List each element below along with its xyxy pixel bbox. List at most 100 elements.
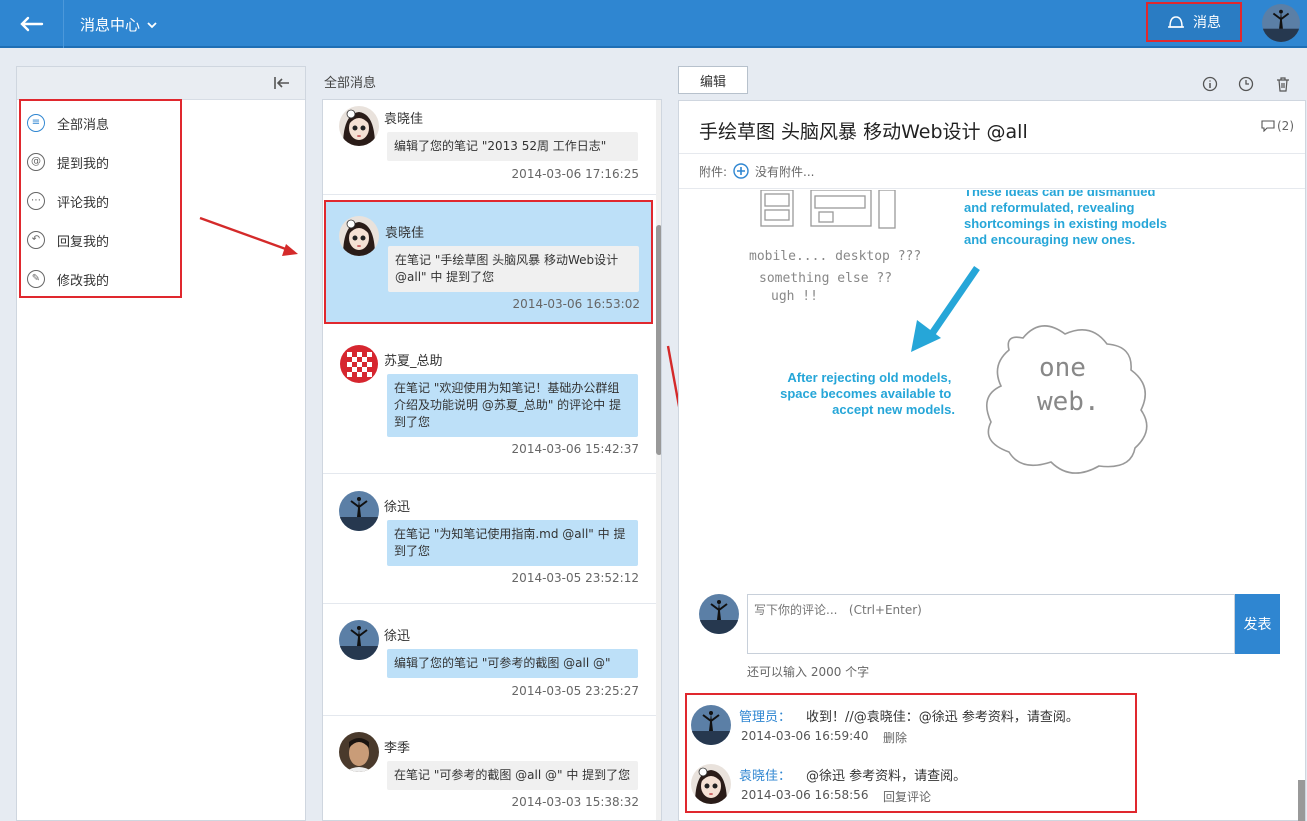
attachment-empty-text: 没有附件... <box>755 164 815 179</box>
comment-count-button[interactable]: (2) <box>1261 119 1294 133</box>
detail-scrollbar[interactable] <box>1298 780 1305 821</box>
comment-input[interactable] <box>747 594 1235 654</box>
reply-icon: ↶ <box>27 231 45 249</box>
comment-author[interactable]: 袁晓佳： <box>739 765 791 784</box>
messages-button-label: 消息 <box>1193 15 1221 31</box>
avatar <box>339 732 379 772</box>
comment-author[interactable]: 管理员： <box>739 706 791 725</box>
list-item[interactable]: 李季 在笔记 "可参考的截图 @all @" 中 提到了您 2014-03-03… <box>323 716 656 820</box>
history-clock-icon[interactable] <box>1238 76 1254 92</box>
sender-name: 苏夏_总助 <box>384 354 443 369</box>
sender-name: 袁晓佳 <box>384 112 424 127</box>
list-icon: ≡ <box>27 114 45 132</box>
add-attachment-icon[interactable] <box>733 163 749 179</box>
avatar <box>339 216 379 256</box>
list-item[interactable]: 袁晓佳 编辑了您的笔记 "2013 52周 工作日志" 2014-03-06 1… <box>323 100 656 195</box>
message-time: 2014-03-03 15:38:32 <box>511 795 639 809</box>
comment-text: 收到！//@袁晓佳：@徐迅 参考资料，请查阅。 <box>806 710 1079 725</box>
sidebar-item-label: 全部消息 <box>57 117 110 133</box>
user-avatar[interactable] <box>1262 4 1300 42</box>
messages-button[interactable]: 消息 <box>1146 2 1242 42</box>
edit-button[interactable]: 编辑 <box>678 66 748 94</box>
comment-icon: ⋯ <box>27 192 45 210</box>
top-bar <box>0 0 1307 48</box>
attachment-row: 附件: 没有附件... <box>679 153 1305 189</box>
avatar <box>691 705 731 745</box>
message-text: 在笔记 "手绘草图 头脑风暴 移动Web设计 @all" 中 提到了您 <box>388 246 639 292</box>
note-sketch-image: mobile.... desktop ??? something else ??… <box>749 190 1171 474</box>
sketch-text: something else ?? <box>759 271 892 286</box>
sidebar-item-label: 评论我的 <box>57 195 110 211</box>
trash-icon[interactable] <box>1275 76 1291 92</box>
back-button[interactable] <box>0 0 64 48</box>
message-list: 袁晓佳 编辑了您的笔记 "2013 52周 工作日志" 2014-03-06 1… <box>322 99 662 821</box>
list-scrollbar-track[interactable] <box>656 100 661 820</box>
message-text: 在笔记 "可参考的截图 @all @" 中 提到了您 <box>387 761 638 790</box>
sketch-caption-top: These ideas can be dismantled and reform… <box>964 190 1171 247</box>
cloud-text: web. <box>1037 387 1100 417</box>
edit-icon: ✎ <box>27 270 45 288</box>
delete-comment-link[interactable]: 删除 <box>883 729 907 746</box>
avatar <box>339 344 379 384</box>
cloud-text: one <box>1039 353 1086 383</box>
sender-name: 徐迅 <box>384 629 411 644</box>
sender-name: 徐迅 <box>384 500 411 515</box>
sketch-text: mobile.... desktop ??? <box>749 249 921 264</box>
message-time: 2014-03-06 17:16:25 <box>511 167 639 181</box>
sidebar-item-all-messages[interactable]: ≡ 全部消息 <box>27 108 177 138</box>
sidebar-item-label: 修改我的 <box>57 273 110 289</box>
message-text: 编辑了您的笔记 "2013 52周 工作日志" <box>387 132 638 161</box>
sender-name: 袁晓佳 <box>385 226 425 241</box>
category-panel: ≡ 全部消息 @ 提到我的 ⋯ 评论我的 ↶ 回复我的 ✎ 修改我的 <box>16 66 306 821</box>
attachment-label: 附件: <box>699 164 728 179</box>
remaining-chars: 还可以输入 2000 个字 <box>747 665 870 679</box>
collapse-left-icon <box>274 77 289 89</box>
list-item[interactable]: 苏夏_总助 在笔记 "欢迎使用为知笔记！基础办公群组介绍及功能说明 @苏夏_总助… <box>323 334 656 474</box>
annotation-arrow-1 <box>199 216 298 256</box>
sketch-caption-bottom: After rejecting old models, space become… <box>780 370 955 417</box>
message-list-title: 全部消息 <box>324 76 377 91</box>
reply-comment-link[interactable]: 回复评论 <box>883 788 931 805</box>
message-time: 2014-03-05 23:52:12 <box>511 571 639 585</box>
chevron-down-icon <box>147 21 157 28</box>
list-item-selected[interactable]: 袁晓佳 在笔记 "手绘草图 头脑风暴 移动Web设计 @all" 中 提到了您 … <box>324 200 653 324</box>
note-detail-panel: 手绘草图 头脑风暴 移动Web设计 @all (2) 附件: 没有附件... m… <box>678 100 1306 821</box>
comment-item: 袁晓佳： @徐迅 参考资料，请查阅。 2014-03-06 16:58:56 回… <box>691 764 1121 814</box>
avatar <box>339 106 379 146</box>
list-item[interactable]: 徐迅 编辑了您的笔记 "可参考的截图 @all @" 2014-03-05 23… <box>323 604 656 716</box>
list-item[interactable]: 徐迅 在笔记 "为知笔记使用指南.md @all" 中 提到了您 2014-03… <box>323 474 656 604</box>
avatar <box>339 491 379 531</box>
avatar <box>691 764 731 804</box>
comment-time: 2014-03-06 16:59:40 <box>741 729 869 743</box>
info-icon[interactable] <box>1202 76 1218 92</box>
comment-time: 2014-03-06 16:58:56 <box>741 788 869 802</box>
sketch-text: ugh !! <box>771 289 818 304</box>
note-title: 手绘草图 头脑风暴 移动Web设计 @all <box>699 121 1028 143</box>
message-text: 编辑了您的笔记 "可参考的截图 @all @" <box>387 649 638 678</box>
list-scrollbar-thumb[interactable] <box>656 225 661 455</box>
comment-bubble-icon <box>1261 120 1275 132</box>
message-time: 2014-03-05 23:25:27 <box>511 684 639 698</box>
sidebar-item-label: 提到我的 <box>57 156 110 172</box>
comment-item: 管理员： 收到！//@袁晓佳：@徐迅 参考资料，请查阅。 2014-03-06 … <box>691 705 1121 755</box>
message-time: 2014-03-06 16:53:02 <box>512 297 640 311</box>
comment-count: (2) <box>1277 119 1294 133</box>
sidebar-item-label: 回复我的 <box>57 234 110 250</box>
sender-name: 李季 <box>384 741 411 756</box>
comment-text: @徐迅 参考资料，请查阅。 <box>806 769 967 784</box>
message-text: 在笔记 "欢迎使用为知笔记！基础办公群组介绍及功能说明 @苏夏_总助" 的评论中… <box>387 374 638 437</box>
sidebar-item-mentions[interactable]: @ 提到我的 <box>27 147 177 177</box>
collapse-button[interactable] <box>273 75 291 91</box>
at-icon: @ <box>27 153 45 171</box>
avatar <box>339 620 379 660</box>
post-comment-button[interactable]: 发表 <box>1235 594 1280 654</box>
sidebar-item-edits[interactable]: ✎ 修改我的 <box>27 264 177 294</box>
sidebar-item-comments[interactable]: ⋯ 评论我的 <box>27 186 177 216</box>
message-center-dropdown[interactable]: 消息中心 <box>80 14 158 35</box>
bell-icon <box>1168 16 1184 28</box>
category-panel-header <box>17 67 305 100</box>
sidebar-item-replies[interactable]: ↶ 回复我的 <box>27 225 177 255</box>
comment-user-avatar <box>699 594 739 634</box>
message-text: 在笔记 "为知笔记使用指南.md @all" 中 提到了您 <box>387 520 638 566</box>
back-arrow-icon <box>19 16 43 32</box>
